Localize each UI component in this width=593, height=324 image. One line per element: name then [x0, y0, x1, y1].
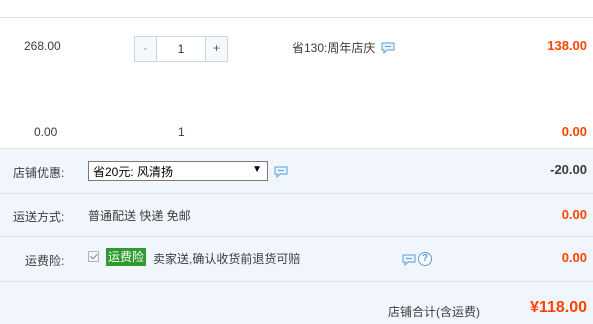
insurance-badge: 运费险	[106, 248, 147, 266]
decrease-quantity-button[interactable]: -	[135, 37, 157, 61]
quantity-input[interactable]	[157, 37, 205, 61]
discount-amount: -20.00	[550, 162, 587, 177]
dropdown-arrow-icon: ▼	[252, 164, 262, 175]
item1-subtotal: 138.00	[547, 38, 587, 53]
shop-total-amount: ¥118.00	[530, 299, 587, 316]
insurance-description: 卖家送,确认收货前退货可赔	[153, 252, 301, 266]
item2-unit-price: 0.00	[34, 125, 58, 139]
quantity-stepper[interactable]: - +	[134, 36, 228, 62]
shop-total-label: 店铺合计(含运费)	[388, 305, 480, 319]
discount-label: 店铺优惠:	[13, 166, 65, 180]
speech-bubble-icon[interactable]	[402, 254, 416, 266]
insurance-label: 运费险:	[25, 254, 65, 268]
promotion-text: 省130:周年店庆	[292, 41, 376, 55]
insurance-checkbox[interactable]	[88, 251, 99, 262]
speech-bubble-icon[interactable]	[274, 166, 288, 178]
row-divider	[0, 193, 593, 194]
speech-bubble-icon[interactable]	[381, 42, 395, 54]
discount-select[interactable]: 省20元: 风清扬 ▼	[88, 161, 268, 181]
row-divider	[0, 236, 593, 237]
increase-quantity-button[interactable]: +	[205, 37, 227, 61]
shipping-amount: 0.00	[561, 207, 587, 222]
item2-quantity: 1	[178, 125, 185, 139]
item2-subtotal: 0.00	[561, 124, 587, 139]
question-circle-icon[interactable]: ?	[418, 252, 432, 266]
row-divider	[0, 281, 593, 282]
item1-promotion: 省130:周年店庆	[292, 39, 395, 56]
discount-selected-value: 省20元: 风清扬	[93, 164, 174, 179]
top-divider	[0, 0, 593, 18]
shipping-method: 普通配送 快递 免邮	[88, 209, 191, 223]
insurance-amount: 0.00	[561, 250, 587, 265]
item1-unit-price: 268.00	[24, 39, 61, 53]
shipping-label: 运送方式:	[13, 210, 65, 224]
